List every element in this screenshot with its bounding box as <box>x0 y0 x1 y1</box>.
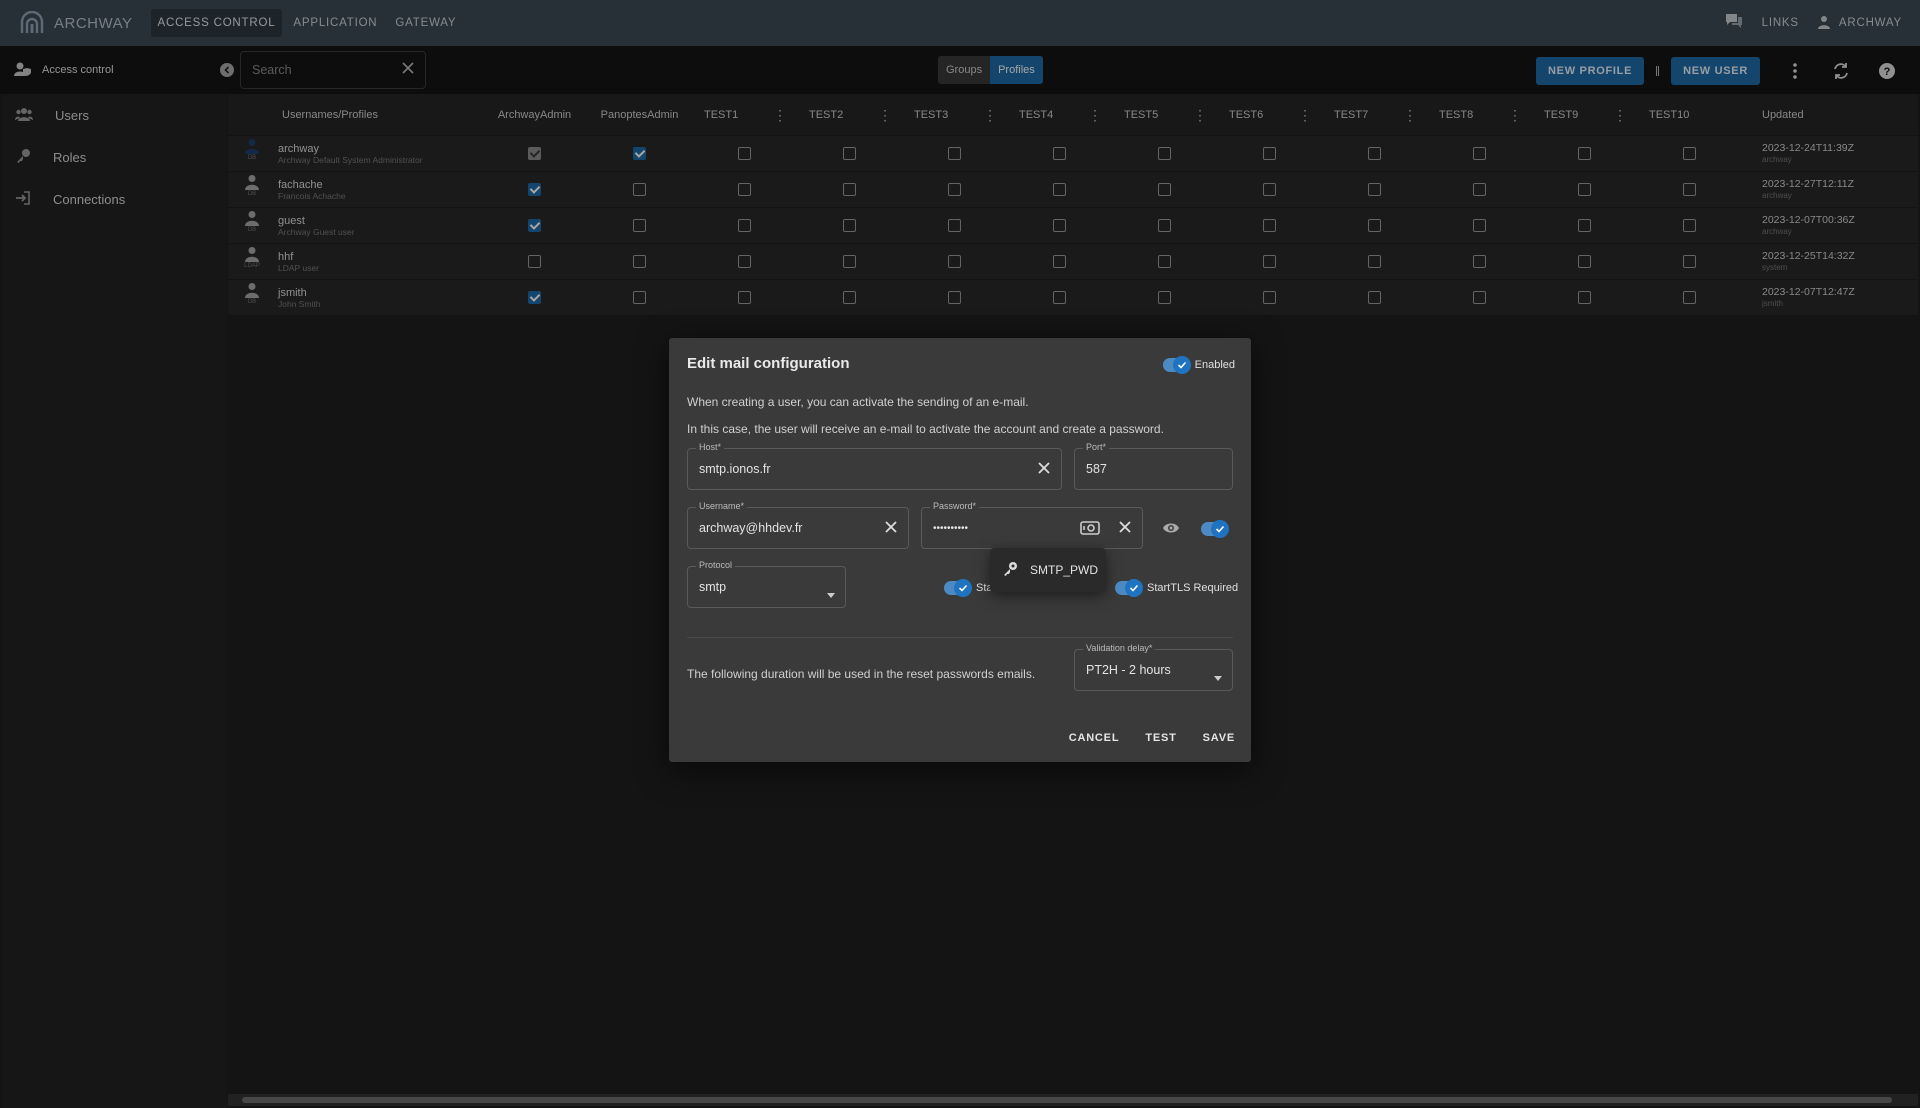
mail-config-dialog: Edit mail configuration Enabled When cre… <box>669 338 1251 762</box>
protocol-label: Protocol <box>696 560 736 570</box>
username-label: Username* <box>696 501 748 511</box>
password-suggestion-popup[interactable]: SMTP_PWD <box>990 548 1106 592</box>
port-input[interactable]: 587 <box>1086 462 1107 476</box>
starttls-required-label: StartTLS Required <box>1147 582 1239 594</box>
username-input[interactable]: archway@hhdev.fr <box>699 521 802 535</box>
validation-delay-value: PT2H - 2 hours <box>1086 663 1171 677</box>
check-icon <box>1172 356 1191 374</box>
validation-delay-label: Validation delay* <box>1083 643 1156 653</box>
clear-host-icon[interactable] <box>1037 461 1051 480</box>
dialog-description-2: In this case, the user will receive an e… <box>687 422 1164 436</box>
password-label: Password* <box>930 501 980 511</box>
protocol-value: smtp <box>699 580 727 594</box>
validation-delay-select[interactable]: Validation delay* PT2H - 2 hours <box>1074 643 1233 691</box>
clear-password-icon[interactable] <box>1118 520 1132 539</box>
starttls-toggle[interactable]: Sta <box>944 579 993 597</box>
check-icon <box>1211 520 1229 538</box>
test-button[interactable]: TEST <box>1143 726 1178 750</box>
username-field[interactable]: Username* archway@hhdev.fr <box>687 501 909 549</box>
password-field[interactable]: Password* •••••••••• <box>921 501 1143 549</box>
divider <box>687 637 1233 638</box>
check-icon <box>1125 579 1143 597</box>
cancel-button[interactable]: CANCEL <box>1067 726 1122 750</box>
starttls-required-switch[interactable] <box>1115 579 1143 597</box>
key-icon <box>1002 561 1018 580</box>
starttls-switch[interactable] <box>944 579 972 597</box>
dialog-description-1: When creating a user, you can activate t… <box>687 395 1029 409</box>
enabled-toggle[interactable]: Enabled <box>1162 356 1235 374</box>
port-field[interactable]: Port* 587 <box>1074 442 1233 490</box>
starttls-required-toggle[interactable]: StartTLS Required <box>1115 579 1239 597</box>
password-manager-icon[interactable] <box>1080 520 1100 541</box>
password-toggle[interactable] <box>1201 520 1229 538</box>
host-input[interactable]: smtp.ionos.fr <box>699 462 771 476</box>
port-label: Port* <box>1083 442 1110 452</box>
duration-description: The following duration will be used in t… <box>687 667 1036 681</box>
password-input[interactable]: •••••••••• <box>933 523 968 534</box>
show-password-eye-icon[interactable] <box>1162 521 1180 540</box>
host-field[interactable]: Host* smtp.ionos.fr <box>687 442 1062 490</box>
protocol-select[interactable]: Protocol smtp <box>687 560 846 608</box>
save-button[interactable]: SAVE <box>1201 726 1237 750</box>
dialog-actions: CANCEL TEST SAVE <box>1067 726 1237 750</box>
enabled-switch[interactable] <box>1162 356 1191 374</box>
dropdown-arrow-icon <box>1214 668 1222 686</box>
check-icon <box>954 579 972 597</box>
dialog-title: Edit mail configuration <box>687 355 850 372</box>
dropdown-arrow-icon <box>827 585 835 603</box>
suggestion-label: SMTP_PWD <box>1030 563 1099 577</box>
host-label: Host* <box>696 442 725 452</box>
clear-username-icon[interactable] <box>884 520 898 539</box>
enabled-label: Enabled <box>1194 359 1235 371</box>
